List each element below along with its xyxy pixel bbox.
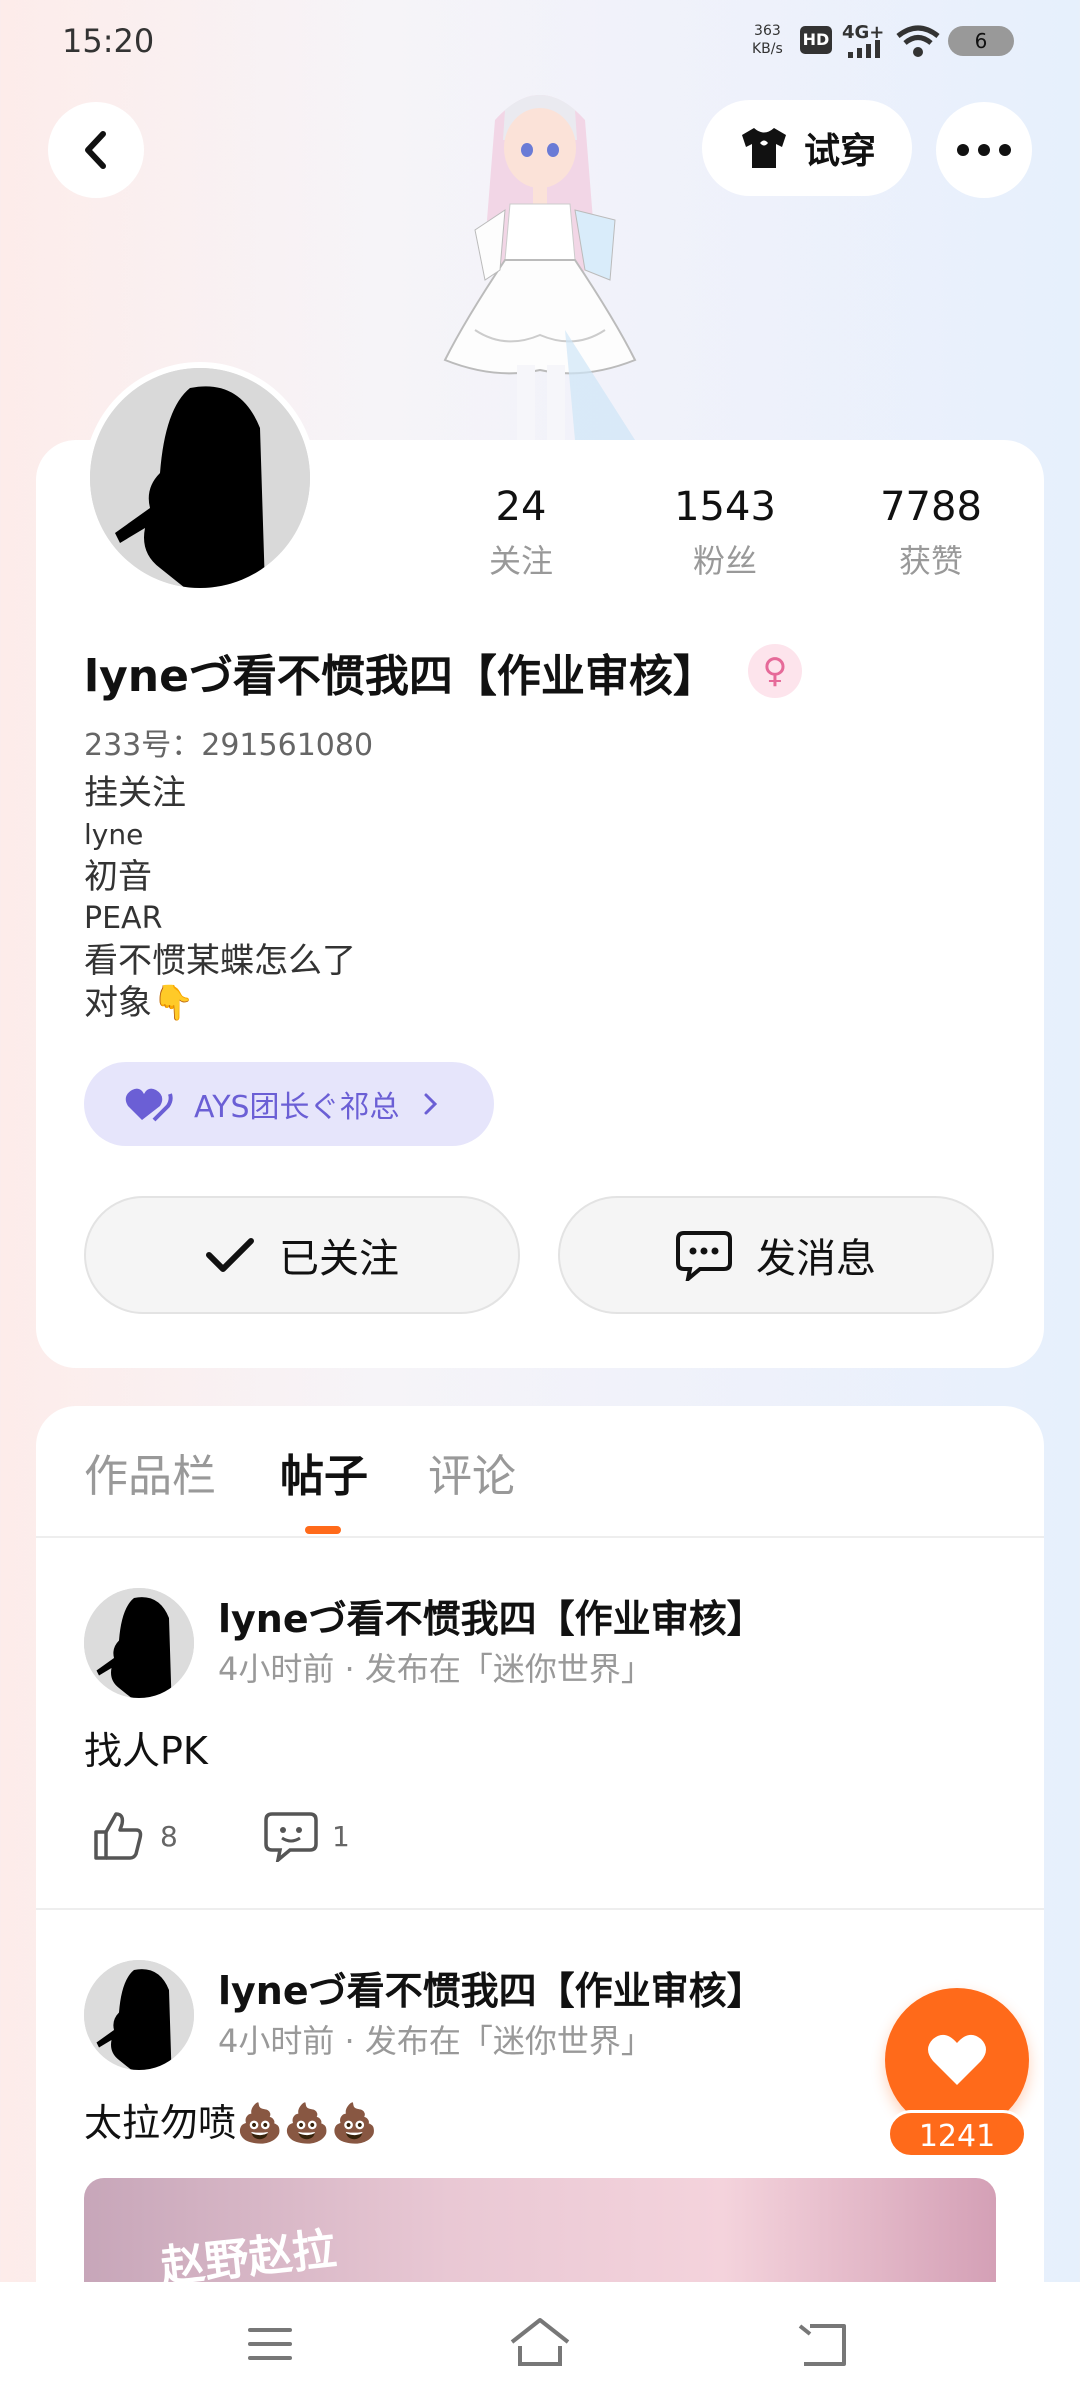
home-icon[interactable] xyxy=(508,2316,572,2368)
net-speed-unit: KB/s xyxy=(752,41,783,57)
post-meta: 4小时前 · 发布在「迷你世界」 xyxy=(218,1650,653,1688)
character-avatar-image[interactable] xyxy=(405,80,675,440)
badge-label: AYS团长ぐ祁总 xyxy=(194,1090,400,1125)
message-button[interactable]: 发消息 xyxy=(558,1196,994,1314)
comment-icon xyxy=(264,1812,318,1862)
hd-icon: HD xyxy=(800,26,832,54)
post-text[interactable]: 太拉勿喷💩💩💩 xyxy=(84,2092,378,2147)
tab-divider xyxy=(36,1536,1044,1538)
thumbs-up-icon xyxy=(94,1812,143,1860)
chevron-left-icon xyxy=(85,131,106,169)
chevron-right-icon xyxy=(424,1093,437,1115)
stat-value: 1543 xyxy=(674,484,776,530)
stat-followers[interactable]: 1543 粉丝 xyxy=(640,484,810,582)
message-label: 发消息 xyxy=(756,1236,876,1282)
comment-button[interactable]: 1 xyxy=(264,1810,350,1862)
signal-icon xyxy=(848,40,880,58)
silhouette-image xyxy=(84,1960,194,2070)
post-text[interactable]: 找人PK xyxy=(84,1720,208,1775)
post-author[interactable]: lyneづ看不惯我四【作业审核】 xyxy=(218,1588,765,1643)
bio-line: PEAR xyxy=(84,901,163,936)
bio-line: 对象👇 xyxy=(84,983,195,1023)
female-icon: ♀ xyxy=(748,644,802,698)
bio-line: 挂关注 xyxy=(84,773,186,813)
post-avatar[interactable] xyxy=(84,1588,194,1698)
stat-label: 获赞 xyxy=(898,542,963,580)
stat-value: 24 xyxy=(495,484,547,530)
check-icon xyxy=(206,1238,254,1272)
profile-avatar[interactable] xyxy=(84,362,316,594)
follow-button[interactable]: 已关注 xyxy=(84,1196,520,1314)
tab-posts[interactable]: 帖子 xyxy=(280,1440,368,1504)
comment-count: 1 xyxy=(332,1819,350,1853)
profile-name: lyneづ看不惯我四【作业审核】 xyxy=(84,651,717,702)
stat-label: 粉丝 xyxy=(692,542,757,580)
more-icon xyxy=(957,144,1011,156)
active-tab-indicator xyxy=(305,1526,341,1534)
floating-like-count: 1241 xyxy=(887,2110,1027,2158)
post-author[interactable]: lyneづ看不惯我四【作业审核】 xyxy=(218,1960,765,2015)
stat-following[interactable]: 24 关注 xyxy=(436,484,606,582)
net-speed: 363 KB/s xyxy=(752,22,783,58)
chat-icon xyxy=(676,1231,732,1281)
like-button[interactable]: 8 xyxy=(92,1810,178,1862)
tab-works[interactable]: 作品栏 xyxy=(84,1440,216,1504)
bio-line: 初音 xyxy=(84,857,152,897)
heart-icon xyxy=(928,2034,986,2085)
post-meta: 4小时前 · 发布在「迷你世界」 xyxy=(218,2022,653,2060)
post-divider xyxy=(36,1908,1044,1910)
menu-icon[interactable] xyxy=(246,2324,294,2364)
back-icon[interactable] xyxy=(796,2320,852,2368)
stat-label: 关注 xyxy=(488,542,553,580)
battery-indicator: 6 xyxy=(948,26,1014,56)
bio-line: 看不惯某蝶怎么了 xyxy=(84,941,356,981)
profile-bio: 挂关注 lyne 初音 PEAR 看不惯某蝶怎么了 对象👇 xyxy=(84,772,356,1024)
group-badge[interactable]: AYS团长ぐ祁总 xyxy=(84,1062,494,1146)
back-button[interactable] xyxy=(48,102,144,198)
silhouette-image xyxy=(90,368,310,588)
net-speed-value: 363 xyxy=(754,23,781,39)
post-avatar[interactable] xyxy=(84,1960,194,2070)
tab-comments[interactable]: 评论 xyxy=(428,1440,516,1504)
tshirt-icon xyxy=(741,128,786,168)
bio-line: lyne xyxy=(84,818,144,851)
follow-label: 已关注 xyxy=(279,1236,399,1282)
heart-icon xyxy=(125,1088,173,1122)
tryon-button[interactable]: 试穿 xyxy=(702,100,912,196)
stat-value: 7788 xyxy=(880,484,982,530)
status-time: 15:20 xyxy=(62,22,155,60)
more-button[interactable] xyxy=(936,102,1032,198)
tryon-label: 试穿 xyxy=(803,131,876,172)
stat-likes[interactable]: 7788 获赞 xyxy=(846,484,1016,582)
user-id: 233号：291561080 xyxy=(84,728,374,763)
wifi-icon xyxy=(896,25,940,57)
silhouette-image xyxy=(84,1588,194,1698)
like-count: 8 xyxy=(160,1819,178,1853)
